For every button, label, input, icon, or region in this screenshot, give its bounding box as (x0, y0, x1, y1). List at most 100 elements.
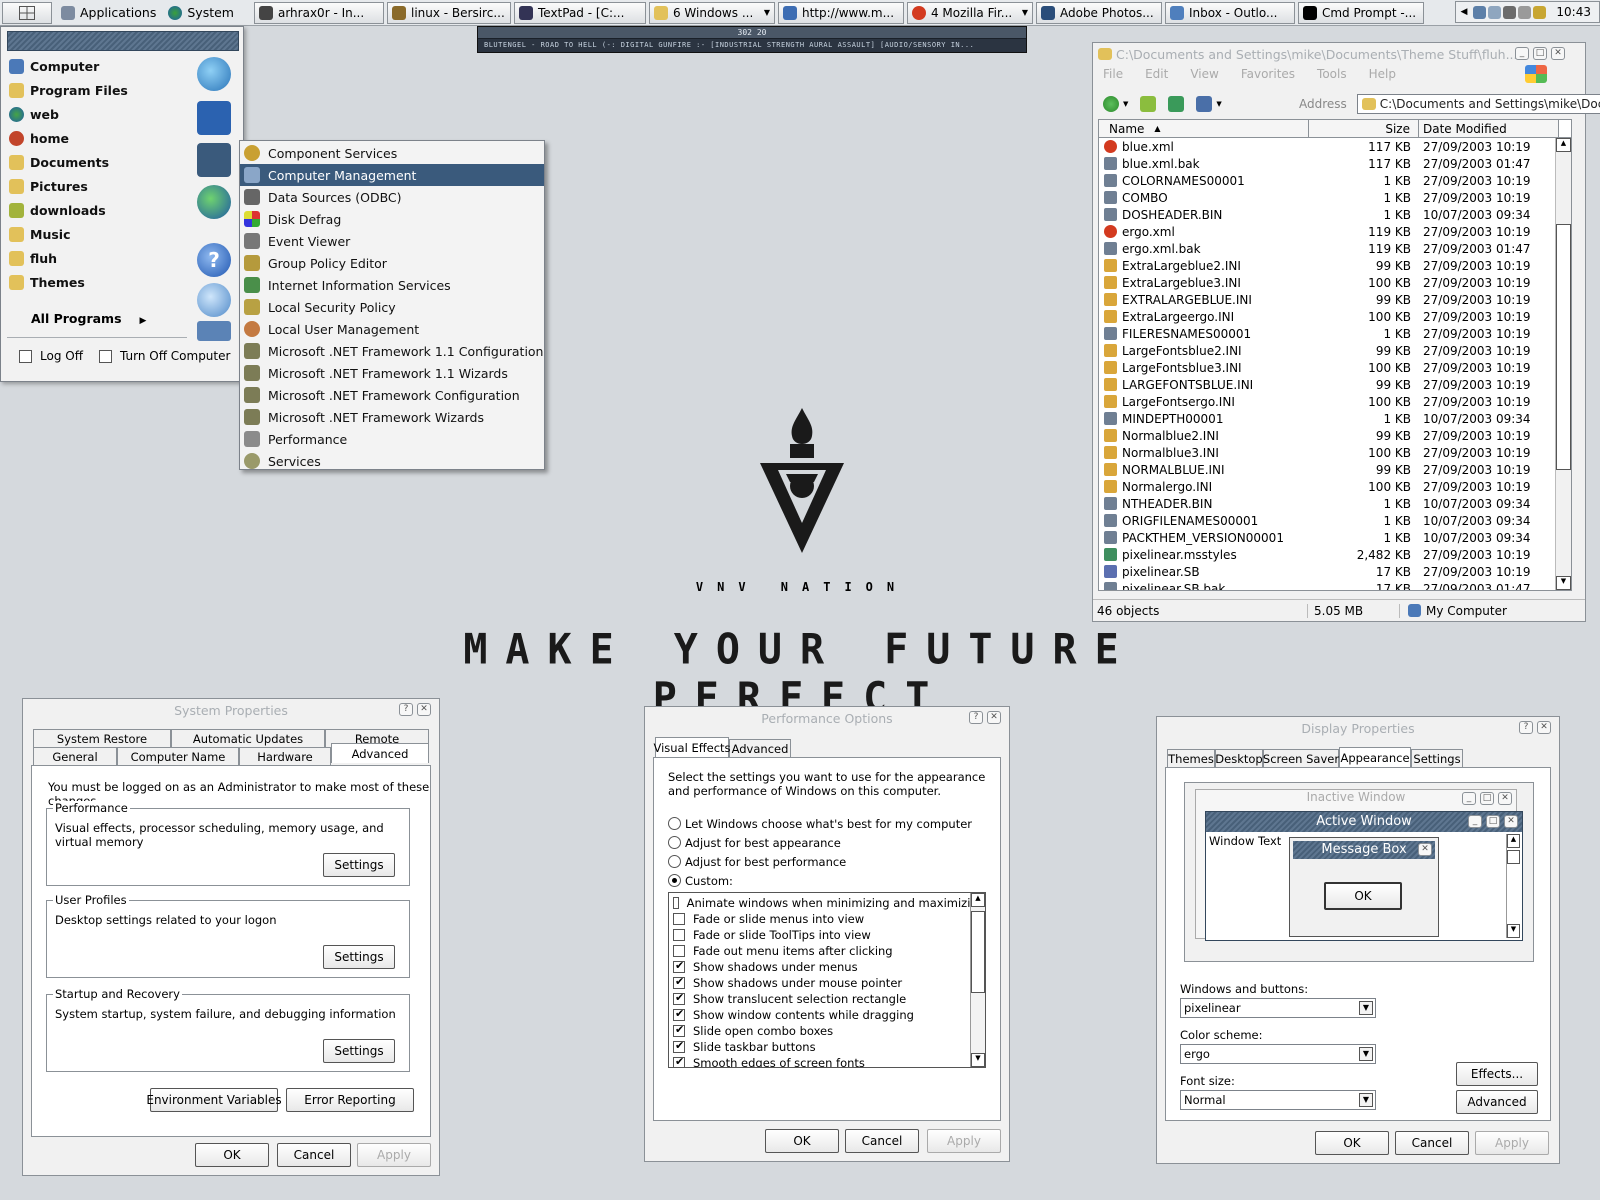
table-row[interactable]: COMBO 1 KB 27/09/2003 10:19 (1099, 189, 1571, 206)
network-icon[interactable] (1473, 5, 1487, 19)
tab-themes[interactable]: Themes (1167, 749, 1215, 767)
vertical-scrollbar[interactable]: ▲ ▼ (1555, 138, 1571, 590)
list-scrollbar[interactable]: ▲ ▼ (970, 893, 985, 1067)
menu-file[interactable]: File (1103, 67, 1123, 85)
startup-recovery-settings-button[interactable]: Settings (323, 1039, 395, 1063)
turn-off-button[interactable]: Turn Off Computer (99, 349, 230, 363)
close-button[interactable]: ✕ (1551, 47, 1565, 60)
run-icon[interactable] (197, 321, 231, 341)
submenu-item-performance[interactable]: Performance (240, 428, 544, 450)
minimize-button[interactable]: _ (1515, 47, 1529, 60)
explorer-titlebar[interactable]: C:\Documents and Settings\mike\Documents… (1093, 43, 1585, 65)
scroll-down-icon[interactable]: ▼ (971, 1053, 985, 1067)
visual-effect-option[interactable]: Slide open combo boxes (669, 1023, 985, 1039)
start-item-documents[interactable]: Documents (9, 151, 109, 173)
visual-effect-option[interactable]: Show shadows under mouse pointer (669, 975, 985, 991)
clock[interactable]: 10:43 (1556, 5, 1591, 19)
tab-visual-effects[interactable]: Visual Effects (653, 737, 731, 757)
start-item-fluh[interactable]: fluh (9, 247, 57, 269)
table-row[interactable]: COLORNAMES00001 1 KB 27/09/2003 10:19 (1099, 172, 1571, 189)
scroll-up-icon[interactable]: ▲ (1556, 138, 1571, 152)
advanced-button[interactable]: Advanced (1456, 1090, 1538, 1114)
visual-effect-option[interactable]: Slide taskbar buttons (669, 1039, 985, 1055)
apply-button[interactable]: Apply (357, 1143, 431, 1167)
volume-icon[interactable] (1488, 5, 1502, 19)
ok-button[interactable]: OK (765, 1129, 839, 1153)
table-row[interactable]: NTHEADER.BIN 1 KB 10/07/2003 09:34 (1099, 495, 1571, 512)
table-row[interactable]: pixelinear.msstyles 2,482 KB 27/09/2003 10… (1099, 546, 1571, 563)
menu-help[interactable]: Help (1369, 67, 1396, 85)
start-item-home[interactable]: home (9, 127, 69, 149)
apply-button[interactable]: Apply (927, 1129, 1001, 1153)
close-button[interactable]: ✕ (417, 703, 431, 716)
help-button[interactable]: ? (969, 711, 983, 724)
submenu-item-component-services[interactable]: Component Services (240, 142, 544, 164)
views-icon[interactable] (1196, 96, 1213, 112)
table-row[interactable]: Normalergo.INI 100 KB 27/09/2003 10:19 (1099, 478, 1571, 495)
submenu-item-iis[interactable]: Internet Information Services (240, 274, 544, 296)
taskbar-button-explorer-group[interactable]: 6 Windows ... ▼ (648, 1, 775, 24)
user-profiles-settings-button[interactable]: Settings (323, 945, 395, 969)
taskbar-button-browser[interactable]: http://www.m... (777, 1, 904, 24)
ok-button[interactable]: OK (195, 1143, 269, 1167)
table-row[interactable]: FILERESNAMES00001 1 KB 27/09/2003 10:19 (1099, 325, 1571, 342)
submenu-item-dotnet-11-wizards[interactable]: Microsoft .NET Framework 1.1 Wizards (240, 362, 544, 384)
start-item-themes[interactable]: Themes (9, 271, 85, 293)
start-item-computer[interactable]: Computer (9, 55, 99, 77)
table-row[interactable]: blue.xml.bak 117 KB 27/09/2003 01:47 (1099, 155, 1571, 172)
address-input[interactable]: C:\Documents and Settings\mike\Docume (1356, 94, 1600, 114)
radio-best-performance[interactable]: Adjust for best performance (668, 852, 972, 871)
menu-view[interactable]: View (1190, 67, 1218, 85)
table-row[interactable]: Normalblue3.INI 100 KB 27/09/2003 10:19 (1099, 444, 1571, 461)
scroll-down-icon[interactable]: ▼ (1556, 576, 1571, 590)
taskbar-button-firefox-group[interactable]: 4 Mozilla Fir... ▼ (906, 1, 1033, 24)
font-size-select[interactable]: Normal ▼ (1180, 1090, 1376, 1110)
column-date-modified[interactable]: Date Modified (1419, 120, 1559, 137)
submenu-item-services[interactable]: Services (240, 450, 544, 472)
submenu-item-dotnet-11-config[interactable]: Microsoft .NET Framework 1.1 Configurati… (240, 340, 544, 362)
start-item-music[interactable]: Music (9, 223, 70, 245)
table-row[interactable]: ExtraLargeergo.INI 100 KB 27/09/2003 10:19 (1099, 308, 1571, 325)
radio-let-windows-choose[interactable]: Let Windows choose what's best for my co… (668, 814, 972, 833)
scroll-thumb[interactable] (1556, 224, 1571, 470)
system-menu[interactable]: System (162, 2, 240, 24)
visual-effect-option[interactable]: Fade or slide ToolTips into view (669, 927, 985, 943)
scroll-up-icon[interactable]: ▲ (971, 893, 985, 907)
visual-effect-option[interactable]: Fade or slide menus into view (669, 911, 985, 927)
table-row[interactable]: LARGEFONTSBLUE.INI 99 KB 27/09/2003 10:19 (1099, 376, 1571, 393)
visual-effect-option[interactable]: Animate windows when minimizing and maxi… (669, 895, 985, 911)
performance-options-titlebar[interactable]: Performance Options (645, 707, 1009, 729)
all-programs-button[interactable]: All Programs ▶ (31, 311, 146, 326)
taskbar-button-irc-1[interactable]: arhrax0r - In... (253, 1, 384, 24)
refresh-icon[interactable] (1168, 96, 1185, 112)
cancel-button[interactable]: Cancel (845, 1129, 919, 1153)
performance-settings-button[interactable]: Settings (323, 853, 395, 877)
submenu-item-computer-management[interactable]: Computer Management (240, 164, 544, 186)
menu-tools[interactable]: Tools (1317, 67, 1347, 85)
table-row[interactable]: LargeFontsblue3.INI 100 KB 27/09/2003 10:1… (1099, 359, 1571, 376)
visual-effect-option[interactable]: Fade out menu items after clicking (669, 943, 985, 959)
table-row[interactable]: DOSHEADER.BIN 1 KB 10/07/2003 09:34 (1099, 206, 1571, 223)
submenu-item-dotnet-config[interactable]: Microsoft .NET Framework Configuration (240, 384, 544, 406)
submenu-item-local-user-management[interactable]: Local User Management (240, 318, 544, 340)
submenu-item-group-policy[interactable]: Group Policy Editor (240, 252, 544, 274)
table-row[interactable]: pixelinear.SB 17 KB 27/09/2003 10:19 (1099, 563, 1571, 580)
error-reporting-button[interactable]: Error Reporting (286, 1088, 414, 1112)
table-row[interactable]: EXTRALARGEBLUE.INI 99 KB 27/09/2003 10:19 (1099, 291, 1571, 308)
submenu-item-disk-defrag[interactable]: Disk Defrag (240, 208, 544, 230)
system-properties-titlebar[interactable]: System Properties (23, 699, 439, 721)
winamp-player[interactable]: 302 20 BLUTENGEL - ROAD TO HELL (-: DIGI… (477, 26, 1027, 53)
table-row[interactable]: LargeFontsblue2.INI 99 KB 27/09/2003 10:19 (1099, 342, 1571, 359)
help-button[interactable]: ? (399, 703, 413, 716)
column-size[interactable]: Size (1309, 120, 1419, 137)
chevron-down-icon[interactable]: ▼ (1216, 100, 1221, 108)
visual-effect-option[interactable]: Smooth edges of screen fonts (669, 1055, 985, 1067)
admin-tools-icon[interactable] (197, 143, 231, 177)
submenu-item-event-viewer[interactable]: Event Viewer (240, 230, 544, 252)
table-row[interactable]: ergo.xml 119 KB 27/09/2003 10:19 (1099, 223, 1571, 240)
color-scheme-select[interactable]: ergo ▼ (1180, 1044, 1376, 1064)
menu-favorites[interactable]: Favorites (1241, 67, 1295, 85)
antivirus-icon[interactable] (1533, 5, 1547, 19)
tab-settings[interactable]: Settings (1411, 749, 1463, 767)
power-icon[interactable] (1518, 5, 1532, 19)
